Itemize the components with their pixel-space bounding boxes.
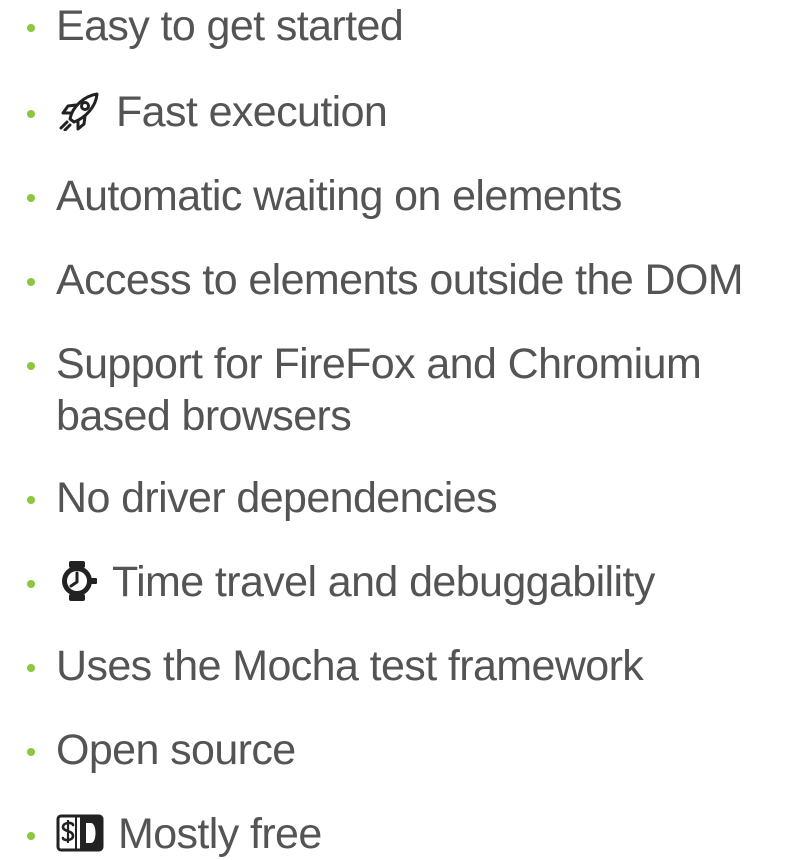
bullet-dot <box>27 664 35 672</box>
bullet-dot <box>27 832 35 840</box>
bullet-dot <box>27 580 35 588</box>
bullet-dot <box>27 278 35 286</box>
bullet-text: Open source <box>56 726 296 774</box>
bullet-dot <box>27 110 35 118</box>
bullet-text: Automatic waiting on elements <box>56 172 622 220</box>
bullet-label: Mostly free <box>118 810 322 858</box>
bullet-dot <box>27 194 35 202</box>
bullet-text: Uses the Mocha test framework <box>56 642 644 690</box>
bullet-text-with-icon: Time travel and debuggability <box>56 556 790 608</box>
bullet-text-with-icon: Fast execution <box>56 86 790 138</box>
money-icon <box>56 813 104 853</box>
bullet-text: Support for FireFox and Chromium based b… <box>56 340 702 440</box>
bullet-text: Access to elements outside the DOM <box>56 256 744 304</box>
bullet-text-with-icon: Mostly free <box>56 808 790 860</box>
bullet-dot <box>27 496 35 504</box>
bullet-dot <box>27 362 35 370</box>
bullet-dot <box>27 24 35 32</box>
bullet-text: No driver dependencies <box>56 474 498 522</box>
bullet-text: Easy to get started <box>56 2 404 50</box>
bullet-dot <box>27 748 35 756</box>
bullet-label: Fast execution <box>116 88 388 136</box>
stopwatch-icon <box>56 560 98 602</box>
bullet-label: Time travel and debuggability <box>112 558 655 606</box>
rocket-icon <box>56 91 102 131</box>
slide: Easy to get started Fast execution Autom… <box>0 0 790 858</box>
